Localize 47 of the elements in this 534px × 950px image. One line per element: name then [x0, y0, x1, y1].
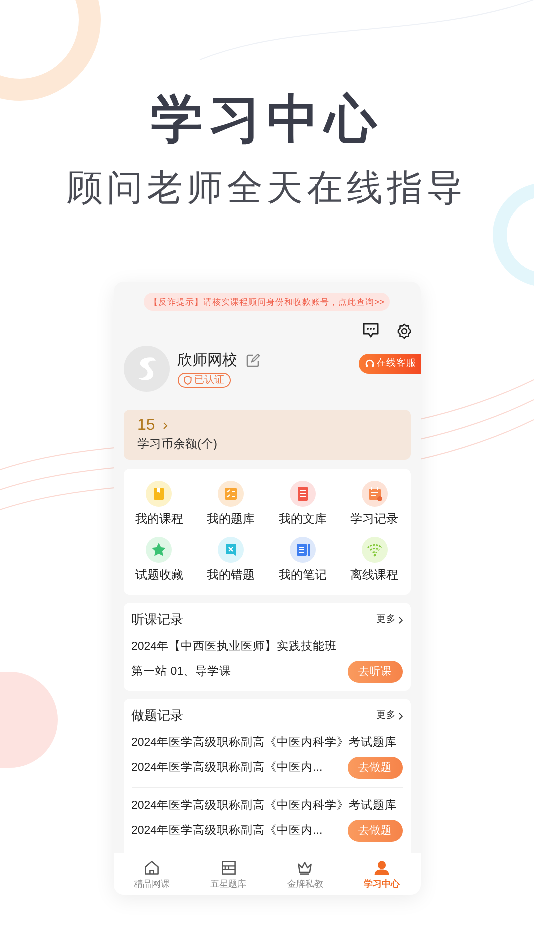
coin-balance-value: 15	[138, 416, 156, 436]
shortcut-button[interactable]: 离线课程	[338, 537, 410, 583]
coin-balance-label: 学习币余额(个)	[138, 436, 218, 453]
card-icon	[218, 537, 244, 563]
tab[interactable]: 金牌私教	[267, 853, 344, 895]
shield-icon	[184, 376, 192, 384]
shortcut-button[interactable]: 试题收藏	[124, 537, 196, 583]
book-grid-icon	[220, 858, 238, 876]
home-icon	[142, 858, 161, 876]
profile-name: 欣师网校	[178, 350, 238, 370]
headset-icon	[364, 359, 374, 369]
chevron-right-icon	[398, 616, 402, 624]
more-link[interactable]: 更多	[376, 710, 402, 722]
chevron-right-icon	[163, 422, 168, 430]
verified-badge: 已认证	[178, 372, 230, 388]
shortcut-button[interactable]: 我的题库	[195, 481, 267, 527]
record-subtitle: 2024年医学高级职称副高《中医内...	[132, 823, 323, 839]
chevron-right-icon	[398, 712, 402, 720]
avatar-logo-icon	[124, 346, 170, 392]
shortcut-button[interactable]: 我的笔记	[267, 537, 339, 583]
shortcut-button[interactable]: 学习记录	[338, 481, 410, 527]
notebook-icon	[290, 537, 316, 563]
subheadline: 顾问老师全天在线指导	[67, 166, 467, 210]
record-subtitle: 第一站 01、导学课	[132, 664, 232, 680]
checklist-icon	[218, 481, 244, 507]
tab[interactable]: 精品网课	[114, 853, 190, 895]
headline: 学习中心	[151, 90, 383, 151]
shortcut-button[interactable]: 我的课程	[124, 481, 196, 527]
person-icon	[373, 858, 392, 876]
calendar-icon	[362, 481, 388, 507]
record-title: 2024年医学高级职称副高《中医内科学》考试题库	[132, 735, 398, 751]
tab[interactable]: 五星题库	[190, 853, 267, 895]
edit-icon[interactable]	[246, 354, 260, 368]
settings-icon[interactable]	[396, 323, 412, 340]
section-title: 听课记录	[132, 611, 184, 629]
scroll-icon	[290, 481, 316, 507]
wifi-icon	[362, 537, 388, 563]
record-title: 2024年【中西医执业医师】实践技能班	[132, 639, 338, 655]
coin-balance-card[interactable]: 15 学习币余额(个)	[124, 410, 410, 460]
shortcut-button[interactable]: 我的错题	[195, 537, 267, 583]
record-title: 2024年医学高级职称副高《中医内科学》考试题库	[132, 798, 398, 814]
book-icon	[146, 481, 172, 507]
section-title: 做题记录	[132, 707, 184, 725]
record-subtitle: 2024年医学高级职称副高《中医内...	[132, 760, 323, 776]
message-icon[interactable]	[362, 323, 380, 339]
shortcut-button[interactable]: 我的文库	[267, 481, 339, 527]
more-link[interactable]: 更多	[376, 614, 402, 626]
